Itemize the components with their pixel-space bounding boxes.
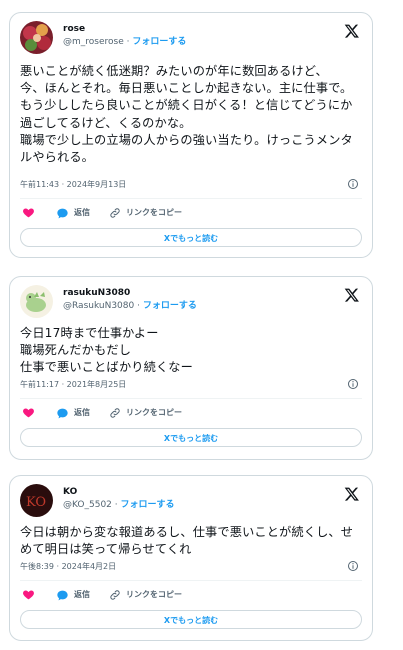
chat-bubble-icon: [57, 208, 68, 218]
info-icon[interactable]: [347, 178, 359, 190]
heart-icon: [23, 408, 34, 418]
avatar[interactable]: [20, 285, 53, 318]
tweet-text: 今日17時まで仕事かよー 職場死んだかもだし 仕事で悪いことばかり続くなー: [20, 326, 193, 375]
tweet-timestamp: 午前11:17 · 2021年8月25日: [20, 378, 362, 392]
reply-label: 返信: [74, 590, 90, 599]
separator-dot: ·: [114, 500, 118, 510]
copy-link-label: リンクをコピー: [126, 208, 182, 217]
like-button[interactable]: [22, 206, 35, 219]
follow-button[interactable]: フォローする: [143, 301, 197, 311]
tweet-timestamp: 午後8:39 · 2024年4月2日: [20, 560, 362, 574]
link-icon: [110, 408, 120, 418]
tweet-actions: 返信 リンクをコピー: [20, 206, 362, 220]
heart-icon: [23, 208, 34, 218]
tweet-text: 悪いことが続く低迷期？みたいのが年に数回あるけど、 今、ほんとそれ。毎日悪いこと…: [20, 64, 353, 165]
user-handle[interactable]: @KO_5502: [63, 500, 112, 510]
tweet-card[interactable]: rasukuN3080 @RasukuN3080 · フォローする 今日17時ま…: [9, 276, 373, 460]
chat-bubble-icon: [57, 590, 68, 600]
avatar[interactable]: [20, 21, 53, 54]
divider: [20, 198, 362, 199]
reply-label: 返信: [74, 208, 90, 217]
like-button[interactable]: [22, 588, 35, 601]
link-icon: [110, 208, 120, 218]
read-more-button[interactable]: Xでもっと読む: [20, 610, 362, 629]
name-block: rose @m_roserose · フォローする: [63, 23, 186, 49]
divider: [20, 580, 362, 581]
name-block: KO @KO_5502 · フォローする: [63, 486, 175, 512]
name-block: rasukuN3080 @RasukuN3080 · フォローする: [63, 287, 197, 313]
copy-link-button[interactable]: リンクをコピー: [109, 588, 182, 602]
info-icon[interactable]: [347, 378, 359, 390]
follow-button[interactable]: フォローする: [132, 37, 186, 47]
display-name[interactable]: rasukuN3080: [63, 287, 197, 299]
tweet-header: rasukuN3080 @RasukuN3080 · フォローする: [20, 285, 362, 319]
separator-dot: ·: [126, 37, 130, 47]
tweet-text: 今日は朝から変な報道あるし、仕事で悪いことが続くし、せめて明日は笑って帰らせてく…: [20, 525, 354, 557]
tweet-header: rose @m_roserose · フォローする: [20, 21, 362, 55]
tweet-card[interactable]: KO KO @KO_5502 · フォローする 今日は朝から変な報道あるし、仕事…: [9, 475, 373, 641]
link-icon: [110, 590, 120, 600]
display-name[interactable]: rose: [63, 23, 186, 35]
svg-text:KO: KO: [26, 495, 46, 510]
reply-button[interactable]: 返信: [56, 206, 90, 220]
tweet-card[interactable]: rose @m_roserose · フォローする 悪いことが続く低迷期？みたい…: [9, 12, 373, 258]
timestamp-text[interactable]: 午前11:43 · 2024年9月13日: [20, 180, 126, 189]
copy-link-label: リンクをコピー: [126, 590, 182, 599]
tweet-header: KO KO @KO_5502 · フォローする: [20, 484, 362, 518]
info-icon[interactable]: [347, 560, 359, 572]
copy-link-button[interactable]: リンクをコピー: [109, 206, 182, 220]
tweet-timestamp: 午前11:43 · 2024年9月13日: [20, 178, 362, 192]
user-handle[interactable]: @RasukuN3080: [63, 301, 134, 311]
tweet-feed: rose @m_roserose · フォローする 悪いことが続く低迷期？みたい…: [0, 0, 403, 650]
display-name[interactable]: KO: [63, 486, 175, 498]
x-logo-icon[interactable]: [344, 23, 360, 39]
x-logo-icon[interactable]: [344, 287, 360, 303]
timestamp-text[interactable]: 午前11:17 · 2021年8月25日: [20, 380, 126, 389]
tweet-actions: 返信 リンクをコピー: [20, 406, 362, 420]
separator-dot: ·: [137, 301, 140, 311]
user-handle[interactable]: @m_roserose: [63, 37, 124, 47]
read-more-button[interactable]: Xでもっと読む: [20, 428, 362, 447]
avatar[interactable]: KO: [20, 484, 53, 517]
reply-button[interactable]: 返信: [56, 406, 90, 420]
follow-button[interactable]: フォローする: [121, 500, 175, 510]
x-logo-icon[interactable]: [344, 486, 360, 502]
copy-link-label: リンクをコピー: [126, 408, 182, 417]
heart-icon: [23, 590, 34, 600]
tweet-actions: 返信 リンクをコピー: [20, 588, 362, 602]
chat-bubble-icon: [57, 408, 68, 418]
reply-button[interactable]: 返信: [56, 588, 90, 602]
like-button[interactable]: [22, 406, 35, 419]
reply-label: 返信: [74, 408, 90, 417]
timestamp-text[interactable]: 午後8:39 · 2024年4月2日: [20, 562, 116, 571]
read-more-button[interactable]: Xでもっと読む: [20, 228, 362, 247]
divider: [20, 398, 362, 399]
copy-link-button[interactable]: リンクをコピー: [109, 406, 182, 420]
